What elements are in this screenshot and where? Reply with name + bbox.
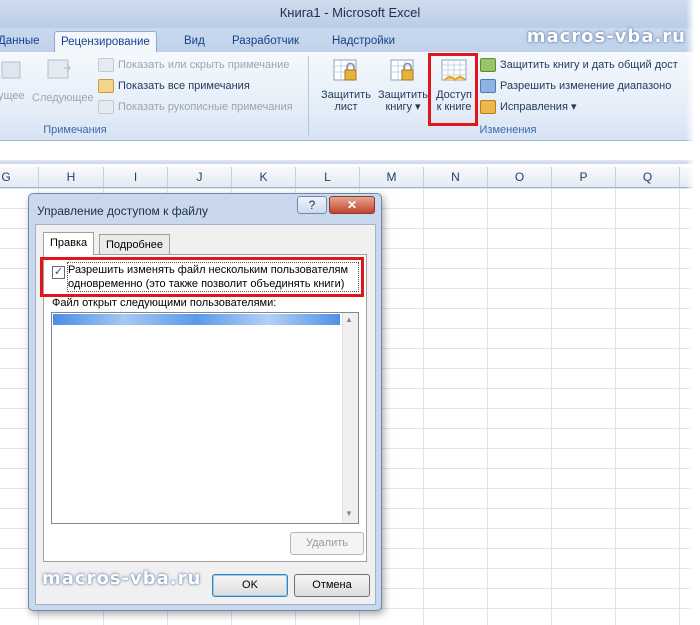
protect-workbook-icon [390,59,414,81]
tab-review[interactable]: Рецензирование [54,31,157,53]
formula-bar [0,141,700,168]
protect-sheet-icon [333,59,357,81]
cancel-button[interactable]: Отмена [294,574,370,597]
editing-panel: ✓ Разрешить изменять файл нескольким пол… [43,254,367,562]
edit-ranges-icon [480,79,496,94]
protect-share-icon [480,58,496,73]
listbox-scrollbar[interactable]: ▲ ▼ [342,313,358,523]
comments-group-label: Примечания [43,124,107,136]
watermark-bottom: macros-vba.ru [42,568,202,589]
torn-edge [686,0,700,625]
ink-icon [98,100,114,115]
protect-workbook-button[interactable]: Защитить книгу ▾ [374,56,432,113]
column-headers: G H I J K L M N O P Q [0,167,700,188]
help-button[interactable]: ? [297,196,327,214]
list-item[interactable] [53,314,340,325]
checkbox-highlight [40,257,364,297]
column-header[interactable]: G [0,167,39,187]
protect-sheet-label-1: Защитить [321,89,371,101]
grid-line [615,188,616,625]
group-divider [308,56,309,136]
track-changes-button[interactable]: Исправления ▾ [480,98,576,116]
remove-user-button[interactable]: Удалить [290,532,364,555]
column-header[interactable]: P [552,167,616,187]
users-list-label: Файл открыт следующими пользователями: [52,297,277,309]
tab-editing[interactable]: Правка [43,232,95,255]
comments-icon [98,79,114,94]
protect-workbook-label-1: Защитить [378,89,428,101]
tab-data[interactable]: Данные [0,31,46,52]
tab-view[interactable]: Вид [178,31,211,52]
dialog-title: Управление доступом к файлу [37,204,208,218]
share-workbook-highlight [428,53,478,126]
ribbon-panel: ущее Следующее Показать или скрыть приме… [0,52,700,141]
column-header[interactable]: K [232,167,296,187]
comment-icon [98,58,114,73]
users-listbox[interactable]: ▲ ▼ [51,312,359,524]
protect-sheet-button[interactable]: Защитить лист [318,56,374,113]
track-changes-label: Исправления ▾ [500,101,577,113]
window-titlebar: Книга1 - Microsoft Excel [0,0,700,28]
scroll-up-icon[interactable]: ▲ [345,315,353,324]
track-changes-icon [480,100,496,115]
show-all-comments-button[interactable]: Показать все примечания [98,77,250,95]
column-header[interactable]: Q [616,167,680,187]
previous-comment-button[interactable]: ущее [0,90,25,102]
allow-edit-ranges-button[interactable]: Разрешить изменение диапазоно [480,77,671,95]
next-comment-button[interactable]: Следующее [32,92,94,104]
column-header[interactable]: O [488,167,552,187]
next-comment-icon [44,56,74,86]
protect-workbook-label-2: книгу ▾ [385,101,421,113]
allow-edit-ranges-label: Разрешить изменение диапазоно [500,80,672,92]
column-header[interactable]: M [360,167,424,187]
column-header[interactable]: J [168,167,232,187]
tab-advanced[interactable]: Подробнее [99,234,171,255]
grid-line [679,188,680,625]
grid-line [423,188,424,625]
grid-line [551,188,552,625]
protect-and-share-label: Защитить книгу и дать общий дост [500,59,678,71]
show-ink-button[interactable]: Показать рукописные примечания [98,98,293,116]
column-header[interactable]: H [39,167,104,187]
window-title: Книга1 - Microsoft Excel [279,5,421,20]
share-workbook-dialog: Управление доступом к файлу ? ✕ Правка П… [28,193,382,611]
protect-sheet-label-2: лист [334,101,358,113]
column-header[interactable]: N [424,167,488,187]
previous-comment-icon [0,58,28,88]
show-ink-label: Показать рукописные примечания [118,101,293,113]
grid-line [487,188,488,625]
protect-and-share-button[interactable]: Защитить книгу и дать общий дост [480,56,678,74]
tab-addins[interactable]: Надстройки [326,31,401,52]
tab-developer[interactable]: Разработчик [226,31,305,52]
close-button[interactable]: ✕ [329,196,375,214]
column-header[interactable]: I [104,167,168,187]
column-header[interactable]: L [296,167,360,187]
changes-group-label: Изменения [479,124,537,136]
scroll-down-icon[interactable]: ▼ [345,509,353,518]
formula-bar-edge [0,160,700,164]
show-hide-comment-button[interactable]: Показать или скрыть примечание [98,56,289,74]
show-all-comments-label: Показать все примечания [118,80,250,92]
show-hide-comment-label: Показать или скрыть примечание [118,59,290,71]
ok-button[interactable]: OK [212,574,288,597]
watermark-top: macros-vba.ru [526,26,686,47]
